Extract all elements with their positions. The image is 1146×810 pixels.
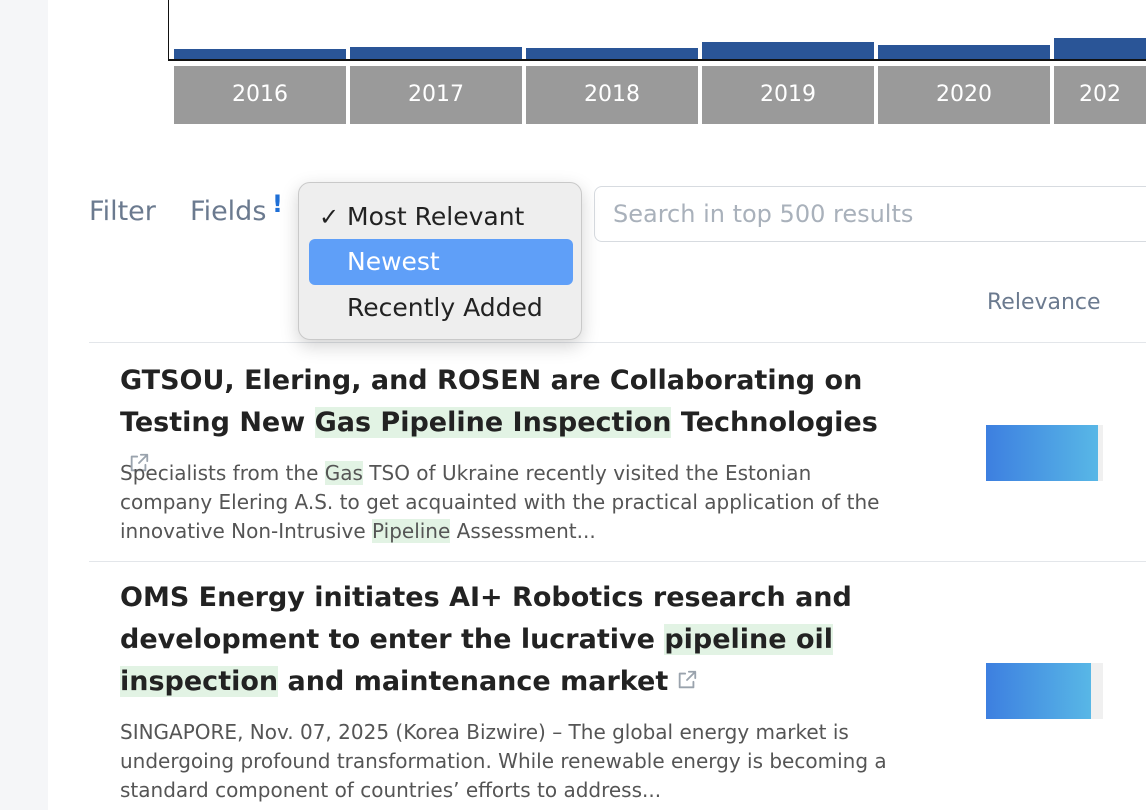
relevance-bar bbox=[986, 663, 1103, 719]
filter-button[interactable]: Filter bbox=[89, 196, 156, 227]
sort-option-recently-added[interactable]: Recently Added bbox=[309, 285, 573, 331]
timeline-year-label[interactable]: 2019 bbox=[702, 66, 874, 124]
timeline-baseline bbox=[168, 59, 1146, 61]
timeline-bar[interactable] bbox=[350, 47, 522, 59]
relevance-bar bbox=[986, 425, 1103, 481]
sort-option-newest[interactable]: Newest bbox=[309, 239, 573, 285]
sort-option-label: Most Relevant bbox=[347, 202, 525, 231]
timeline-bar[interactable] bbox=[526, 48, 698, 59]
snippet-text: Specialists from the bbox=[120, 461, 325, 485]
relevance-bar-fill bbox=[986, 425, 1099, 481]
snippet-highlight: Gas bbox=[324, 461, 363, 485]
external-link-icon[interactable] bbox=[676, 662, 698, 704]
snippet-text: Assessment... bbox=[450, 519, 596, 543]
divider bbox=[89, 561, 1146, 562]
title-text: Technologies bbox=[671, 407, 878, 438]
sort-option-most-relevant[interactable]: ✓ Most Relevant bbox=[309, 194, 573, 240]
timeline-bar[interactable] bbox=[702, 42, 874, 59]
timeline-bar[interactable] bbox=[1054, 38, 1146, 59]
timeline-bar[interactable] bbox=[174, 49, 346, 59]
fields-alert-icon: ! bbox=[272, 190, 283, 218]
timeline-y-axis bbox=[168, 0, 169, 60]
timeline-bar[interactable] bbox=[878, 45, 1050, 59]
timeline-year-label[interactable]: 2020 bbox=[878, 66, 1050, 124]
timeline-year-label[interactable]: 2017 bbox=[350, 66, 522, 124]
sort-option-label: Newest bbox=[347, 247, 440, 276]
search-input[interactable] bbox=[594, 186, 1146, 242]
snippet-highlight: Pipeline bbox=[372, 519, 451, 543]
divider bbox=[89, 342, 1146, 343]
relevance-bar-fill bbox=[986, 663, 1092, 719]
timeline-year-label[interactable]: 2016 bbox=[174, 66, 346, 124]
snippet-text: SINGAPORE, Nov. 07, 2025 (Korea Bizwire)… bbox=[120, 720, 887, 802]
fields-button[interactable]: Fields bbox=[190, 196, 266, 227]
timeline-year-label[interactable]: 202 bbox=[1054, 66, 1146, 124]
title-highlight: Gas Pipeline Inspection bbox=[314, 407, 672, 438]
result-title-link[interactable]: OMS Energy initiates AI+ Robotics resear… bbox=[120, 577, 880, 704]
timeline-year-label[interactable]: 2018 bbox=[526, 66, 698, 124]
checkmark-icon: ✓ bbox=[319, 203, 340, 231]
result-snippet: SINGAPORE, Nov. 07, 2025 (Korea Bizwire)… bbox=[120, 718, 900, 805]
sort-option-label: Recently Added bbox=[347, 293, 543, 322]
sort-dropdown-menu: ✓ Most Relevant Newest Recently Added bbox=[298, 182, 582, 340]
left-rail bbox=[0, 0, 48, 810]
relevance-column-header[interactable]: Relevance bbox=[987, 290, 1101, 315]
title-text: and maintenance market bbox=[278, 666, 669, 697]
result-snippet: Specialists from the Gas TSO of Ukraine … bbox=[120, 459, 900, 546]
